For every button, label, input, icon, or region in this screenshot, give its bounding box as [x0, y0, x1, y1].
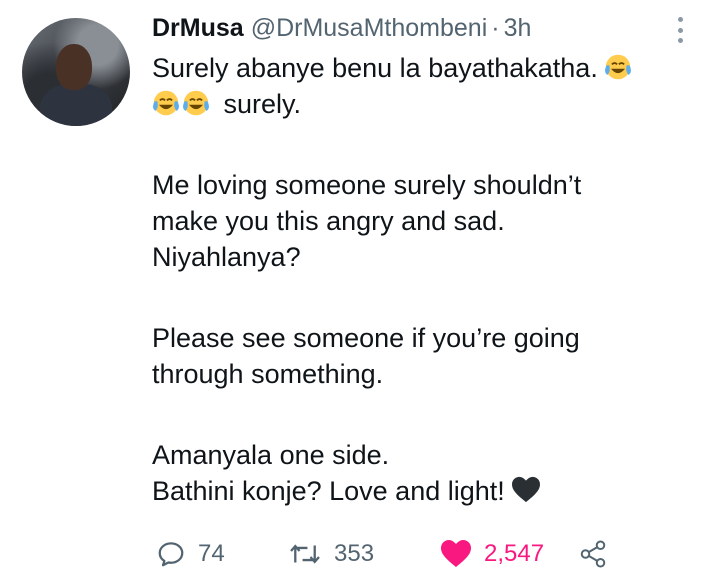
- tweet-line-text: through something.: [152, 359, 384, 389]
- retweet-icon: [290, 544, 320, 564]
- tweet-line: Surely abanye benu la bayathakatha.: [152, 50, 692, 86]
- tweet-line-text: make you this angry and sad.: [152, 206, 505, 236]
- tweet-actions: 74 353 2,547: [152, 532, 622, 576]
- tweet-line-text: surely.: [223, 89, 302, 119]
- tweet-line-text: Please see someone if you’re going: [152, 323, 580, 353]
- tweet-line-text: Bathini konje? Love and light!: [152, 476, 505, 506]
- retweet-button[interactable]: 353: [288, 532, 374, 576]
- tweet-line: surely.: [152, 86, 692, 122]
- avatar-face: [56, 44, 92, 90]
- timestamp[interactable]: 3h: [504, 14, 532, 43]
- reply-count: 74: [198, 540, 225, 567]
- avatar-body: [40, 84, 112, 126]
- like-button[interactable]: 2,547: [440, 532, 544, 576]
- more-options-icon[interactable]: [670, 14, 690, 46]
- tweet-line-text: Niyahlanya?: [152, 242, 301, 272]
- display-name[interactable]: DrMusa: [152, 14, 244, 43]
- tweet-line-text: Me loving someone surely shouldn’t: [152, 170, 582, 200]
- tears-of-joy-emoji-icon: [183, 90, 209, 116]
- tweet-line: Bathini konje? Love and light!: [152, 473, 692, 509]
- avatar[interactable]: [22, 18, 130, 126]
- tweet-line-text: Surely abanye benu la bayathakatha.: [152, 53, 598, 83]
- separator-dot: ·: [491, 14, 500, 42]
- reply-button[interactable]: 74: [156, 532, 225, 576]
- tears-of-joy-emoji-icon: [604, 54, 631, 80]
- tears-of-joy-emoji-icon: [153, 90, 179, 116]
- user-handle[interactable]: @DrMusaMthombeni: [251, 14, 488, 43]
- like-count: 2,547: [484, 540, 545, 567]
- share-icon: [580, 540, 606, 568]
- heart-filled-icon: [441, 540, 471, 567]
- tweet-text: Surely abanye benu la bayathakatha. sure…: [152, 50, 692, 509]
- reply-icon: [158, 542, 184, 567]
- retweet-count: 353: [334, 540, 375, 567]
- tweet-header: DrMusa @DrMusaMthombeni · 3h: [152, 14, 531, 48]
- tweet-line-text: Amanyala one side.: [152, 440, 390, 470]
- black-heart-emoji-icon: [511, 476, 540, 503]
- share-button[interactable]: [578, 532, 608, 576]
